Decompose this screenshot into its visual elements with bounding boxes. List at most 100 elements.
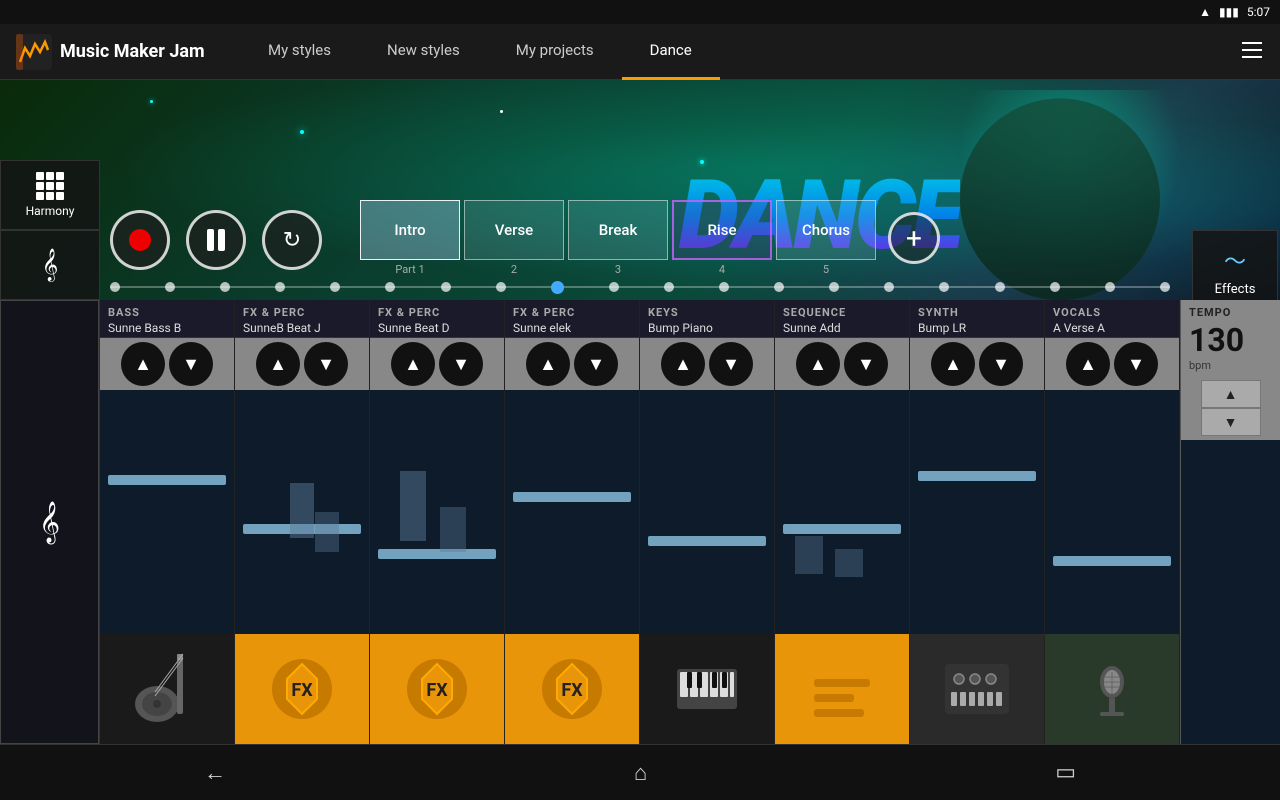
treble-clef-button[interactable]: 𝄞 — [0, 300, 99, 744]
part-break-box[interactable]: Break — [568, 200, 668, 260]
pause-button[interactable] — [186, 210, 246, 270]
bass-down-button[interactable] — [169, 342, 213, 386]
channel-fxperc2-fader[interactable] — [370, 390, 504, 634]
channel-sequence-name: Sunne Add — [783, 321, 901, 335]
fxperc3-down-button[interactable] — [574, 342, 618, 386]
fxperc2-down-button[interactable] — [439, 342, 483, 386]
down-icon — [317, 354, 335, 375]
channel-bass-type: BASS — [108, 306, 226, 319]
tab-new-styles[interactable]: New styles — [359, 24, 488, 80]
channel-fxperc3-fader[interactable] — [505, 390, 639, 634]
synth-instrument-icon[interactable] — [910, 634, 1044, 744]
part-rise-box[interactable]: Rise — [672, 200, 772, 260]
part-chorus[interactable]: Chorus 5 — [776, 200, 876, 276]
tab-my-projects[interactable]: My projects — [488, 24, 622, 80]
timeline-dot-3[interactable] — [275, 282, 285, 292]
up-icon — [809, 354, 827, 375]
synth-up-button[interactable] — [931, 342, 975, 386]
timeline-dot-18[interactable] — [1105, 282, 1115, 292]
synth-down-button[interactable] — [979, 342, 1023, 386]
timeline-dot-1[interactable] — [165, 282, 175, 292]
tempo-up-button[interactable]: ▲ — [1201, 380, 1261, 408]
right-controls-panel: 〜 Effects — [1190, 160, 1280, 300]
timeline-dot-12[interactable] — [774, 282, 784, 292]
effects-button[interactable]: 〜 Effects — [1192, 230, 1278, 300]
part-verse-box[interactable]: Verse — [464, 200, 564, 260]
keys-down-button[interactable] — [709, 342, 753, 386]
fxperc3-up-button[interactable] — [526, 342, 570, 386]
timeline-dot-16[interactable] — [995, 282, 1005, 292]
channel-fxperc2: FX & PERC Sunne Beat D FX — [370, 300, 505, 744]
fxperc3-instrument-icon[interactable]: FX — [505, 634, 639, 744]
record-button[interactable] — [110, 210, 170, 270]
keys-up-button[interactable] — [661, 342, 705, 386]
keys-instrument-icon[interactable] — [640, 634, 774, 744]
recents-button[interactable]: ▭ — [1055, 760, 1076, 785]
vocals-instrument-icon[interactable] — [1045, 634, 1179, 744]
timeline-dot-6[interactable] — [441, 282, 451, 292]
channel-synth-fader[interactable] — [910, 390, 1044, 634]
timeline-dot-19[interactable] — [1160, 282, 1170, 292]
hero-person — [940, 90, 1200, 300]
timeline-dot-2[interactable] — [220, 282, 230, 292]
fxperc1-instrument-icon[interactable]: FX — [235, 634, 369, 744]
timeline-dot-14[interactable] — [884, 282, 894, 292]
timeline-dot-5[interactable] — [385, 282, 395, 292]
synth-fader-bar — [918, 471, 1036, 481]
channel-fxperc1: FX & PERC SunneB Beat J FX — [235, 300, 370, 744]
home-button[interactable]: ⌂ — [634, 760, 647, 786]
overflow-menu-icon[interactable] — [1224, 38, 1280, 66]
sequence-instrument-icon[interactable] — [775, 634, 909, 744]
timeline-dot-8[interactable] — [551, 281, 564, 294]
clef-button[interactable]: 𝄞 — [0, 230, 100, 300]
channel-keys-fader[interactable] — [640, 390, 774, 634]
part-verse[interactable]: Verse 2 — [464, 200, 564, 276]
tab-dance[interactable]: Dance — [622, 24, 720, 80]
timeline — [110, 286, 1170, 288]
timeline-dots — [110, 281, 1170, 294]
timeline-dot-10[interactable] — [664, 282, 674, 292]
tempo-down-button[interactable]: ▼ — [1201, 408, 1261, 436]
bass-up-button[interactable] — [121, 342, 165, 386]
timeline-dot-13[interactable] — [829, 282, 839, 292]
timeline-dot-7[interactable] — [496, 282, 506, 292]
channel-bass-fader[interactable] — [100, 390, 234, 634]
back-button[interactable]: ← — [204, 760, 226, 786]
channel-vocals-fader[interactable] — [1045, 390, 1179, 634]
channel-vocals-controls — [1045, 338, 1179, 390]
timeline-dot-4[interactable] — [330, 282, 340, 292]
timeline-dot-11[interactable] — [719, 282, 729, 292]
channel-synth: SYNTH Bump LR — [910, 300, 1045, 744]
loop-button[interactable]: ↻ — [262, 210, 322, 270]
part-rise[interactable]: Rise 4 — [672, 200, 772, 276]
tempo-fader[interactable] — [1181, 440, 1280, 744]
channel-fxperc1-fader[interactable] — [235, 390, 369, 634]
vocals-up-button[interactable] — [1066, 342, 1110, 386]
part-intro[interactable]: Intro Part 1 — [360, 200, 460, 276]
timeline-dot-15[interactable] — [939, 282, 949, 292]
channel-sequence-fader[interactable] — [775, 390, 909, 634]
sequence-up-button[interactable] — [796, 342, 840, 386]
part-break[interactable]: Break 3 — [568, 200, 668, 276]
fxperc1-down-button[interactable] — [304, 342, 348, 386]
timeline-dot-17[interactable] — [1050, 282, 1060, 292]
fxperc3-fader-bar — [513, 492, 631, 502]
part-chorus-box[interactable]: Chorus — [776, 200, 876, 260]
channel-sequence-controls — [775, 338, 909, 390]
up-icon — [404, 354, 422, 375]
add-part-button[interactable]: + — [888, 212, 940, 264]
timeline-dot-0[interactable] — [110, 282, 120, 292]
down-icon — [182, 354, 200, 375]
fxperc1-up-button[interactable] — [256, 342, 300, 386]
bass-instrument-icon[interactable] — [100, 634, 234, 744]
timeline-dot-9[interactable] — [609, 282, 619, 292]
tab-my-styles[interactable]: My styles — [240, 24, 359, 80]
harmony-button[interactable]: Harmony — [0, 160, 100, 230]
down-icon — [722, 354, 740, 375]
sequence-down-button[interactable] — [844, 342, 888, 386]
part-intro-box[interactable]: Intro — [360, 200, 460, 260]
vocals-down-button[interactable] — [1114, 342, 1158, 386]
fxperc2-up-button[interactable] — [391, 342, 435, 386]
fxperc2-instrument-icon[interactable]: FX — [370, 634, 504, 744]
battery-icon: ▮▮▮ — [1219, 5, 1239, 19]
